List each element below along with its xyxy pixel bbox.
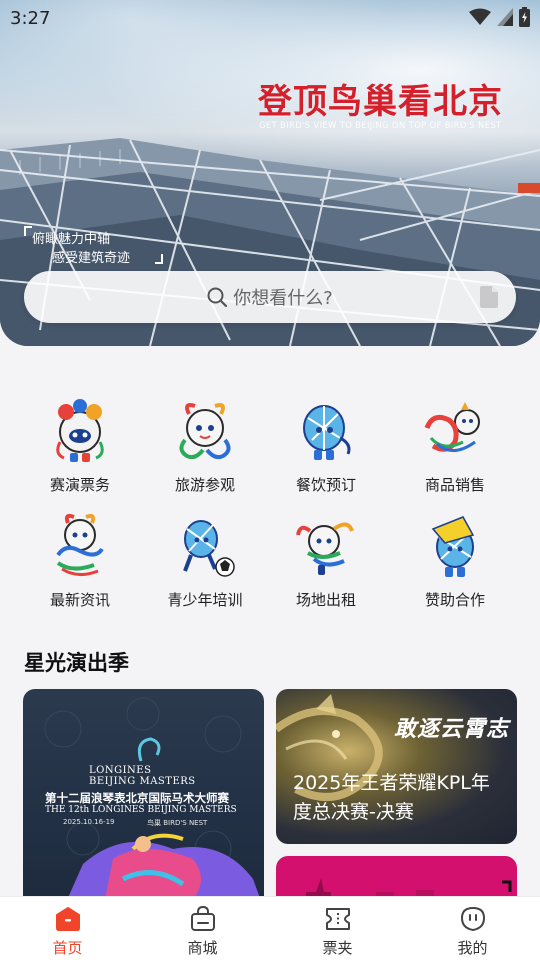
longines-logo-line2: BEIJING MASTERS: [89, 776, 196, 787]
service-dining[interactable]: 餐饮预订: [261, 390, 391, 500]
service-tourism[interactable]: 旅游参观: [140, 390, 270, 500]
service-label: 赞助合作: [424, 591, 485, 609]
card-left-subtitle: THE 12th LONGINES BEIJING MASTERS: [45, 805, 237, 815]
hero-slogan-line1: 俯瞰魅力中轴: [32, 232, 111, 247]
service-label: 场地出租: [295, 591, 356, 609]
search-icon: [207, 287, 228, 307]
mascot-venue-rental-icon: [296, 522, 354, 575]
nav-mall[interactable]: 商城: [135, 897, 270, 960]
card-left-date: 2025.10.16-19: [63, 818, 115, 826]
mascot-youth-training-icon: [183, 520, 235, 577]
mascot-news-icon: [56, 513, 104, 576]
service-youth-training[interactable]: 青少年培训: [140, 505, 270, 615]
quote-bracket-open: [24, 226, 32, 236]
kpl-slogan: 敢逐云霄志: [394, 717, 510, 742]
service-label: 餐饮预订: [295, 476, 356, 494]
nav-label: 首页: [52, 939, 83, 957]
profile-icon: [460, 906, 486, 932]
longines-logo-line1: LONGINES: [89, 765, 152, 776]
ticket-icon: [326, 908, 350, 930]
signal-icon: [497, 8, 513, 26]
quote-bracket-close: [155, 254, 163, 264]
shopping-bag-icon: [191, 906, 215, 931]
home-screen: 登顶鸟巢看北京 GET BIRD'S VIEW TO BEIJING ON TO…: [0, 0, 540, 960]
mascot-merchandise-icon: [424, 402, 480, 452]
status-time: 3:27: [10, 8, 51, 29]
mascot-dining-icon: [303, 405, 351, 460]
nav-ticket-wallet[interactable]: 票夹: [270, 897, 405, 960]
card-right-title: 2025年王者荣耀KPL年度总决赛-决赛: [293, 772, 490, 823]
card-left-venue: 鸟巢 BIRD'S NEST: [147, 819, 208, 827]
bottom-nav: 首页 商城 票夹 我的: [0, 896, 540, 960]
service-merchandise[interactable]: 商品销售: [390, 390, 520, 500]
service-label: 商品销售: [424, 476, 485, 494]
mascot-sponsorship-icon: [431, 516, 475, 577]
status-icons: [469, 7, 530, 27]
service-label: 最新资讯: [49, 591, 110, 609]
card-left-title: 第十二届浪琴表北京国际马术大师赛: [45, 791, 229, 805]
status-bar: 3:27: [0, 0, 540, 36]
service-sponsorship[interactable]: 赞助合作: [390, 505, 520, 615]
search-placeholder: 你想看什么?: [233, 288, 333, 309]
hero-subtitle: GET BIRD'S VIEW TO BEIJING ON TOP OF BIR…: [259, 121, 502, 131]
search-bar[interactable]: 你想看什么?: [24, 271, 516, 323]
service-news[interactable]: 最新资讯: [15, 505, 145, 615]
mascot-tourism-icon: [179, 403, 231, 460]
nav-profile[interactable]: 我的: [405, 897, 540, 960]
nav-label: 票夹: [322, 939, 353, 957]
service-label: 旅游参观: [174, 476, 235, 494]
service-label: 青少年培训: [167, 591, 243, 609]
document-icon[interactable]: [480, 286, 498, 308]
search-center: 你想看什么?: [24, 271, 516, 323]
service-venue-rental[interactable]: 场地出租: [261, 505, 391, 615]
nav-label: 商城: [187, 939, 218, 957]
hero-title: 登顶鸟巢看北京: [258, 82, 503, 122]
section-title: 星光演出季: [24, 651, 129, 675]
hero-slogan-line2: 感受建筑奇迹: [52, 251, 131, 266]
wifi-icon: [469, 8, 491, 25]
battery-icon: [519, 7, 530, 27]
service-tickets[interactable]: 赛演票务: [15, 390, 145, 500]
service-label: 赛演票务: [49, 476, 110, 494]
nav-label: 我的: [457, 939, 488, 957]
event-card-equestrian[interactable]: LONGINES BEIJING MASTERS 第十二届浪琴表北京国际马术大师…: [23, 689, 264, 909]
home-icon: [56, 907, 80, 931]
mascot-tickets-icon: [56, 399, 104, 462]
event-card-kpl[interactable]: 敢逐云霄志 2025年王者荣耀KPL年度总决赛-决赛: [276, 689, 517, 844]
nav-home[interactable]: 首页: [0, 897, 135, 960]
